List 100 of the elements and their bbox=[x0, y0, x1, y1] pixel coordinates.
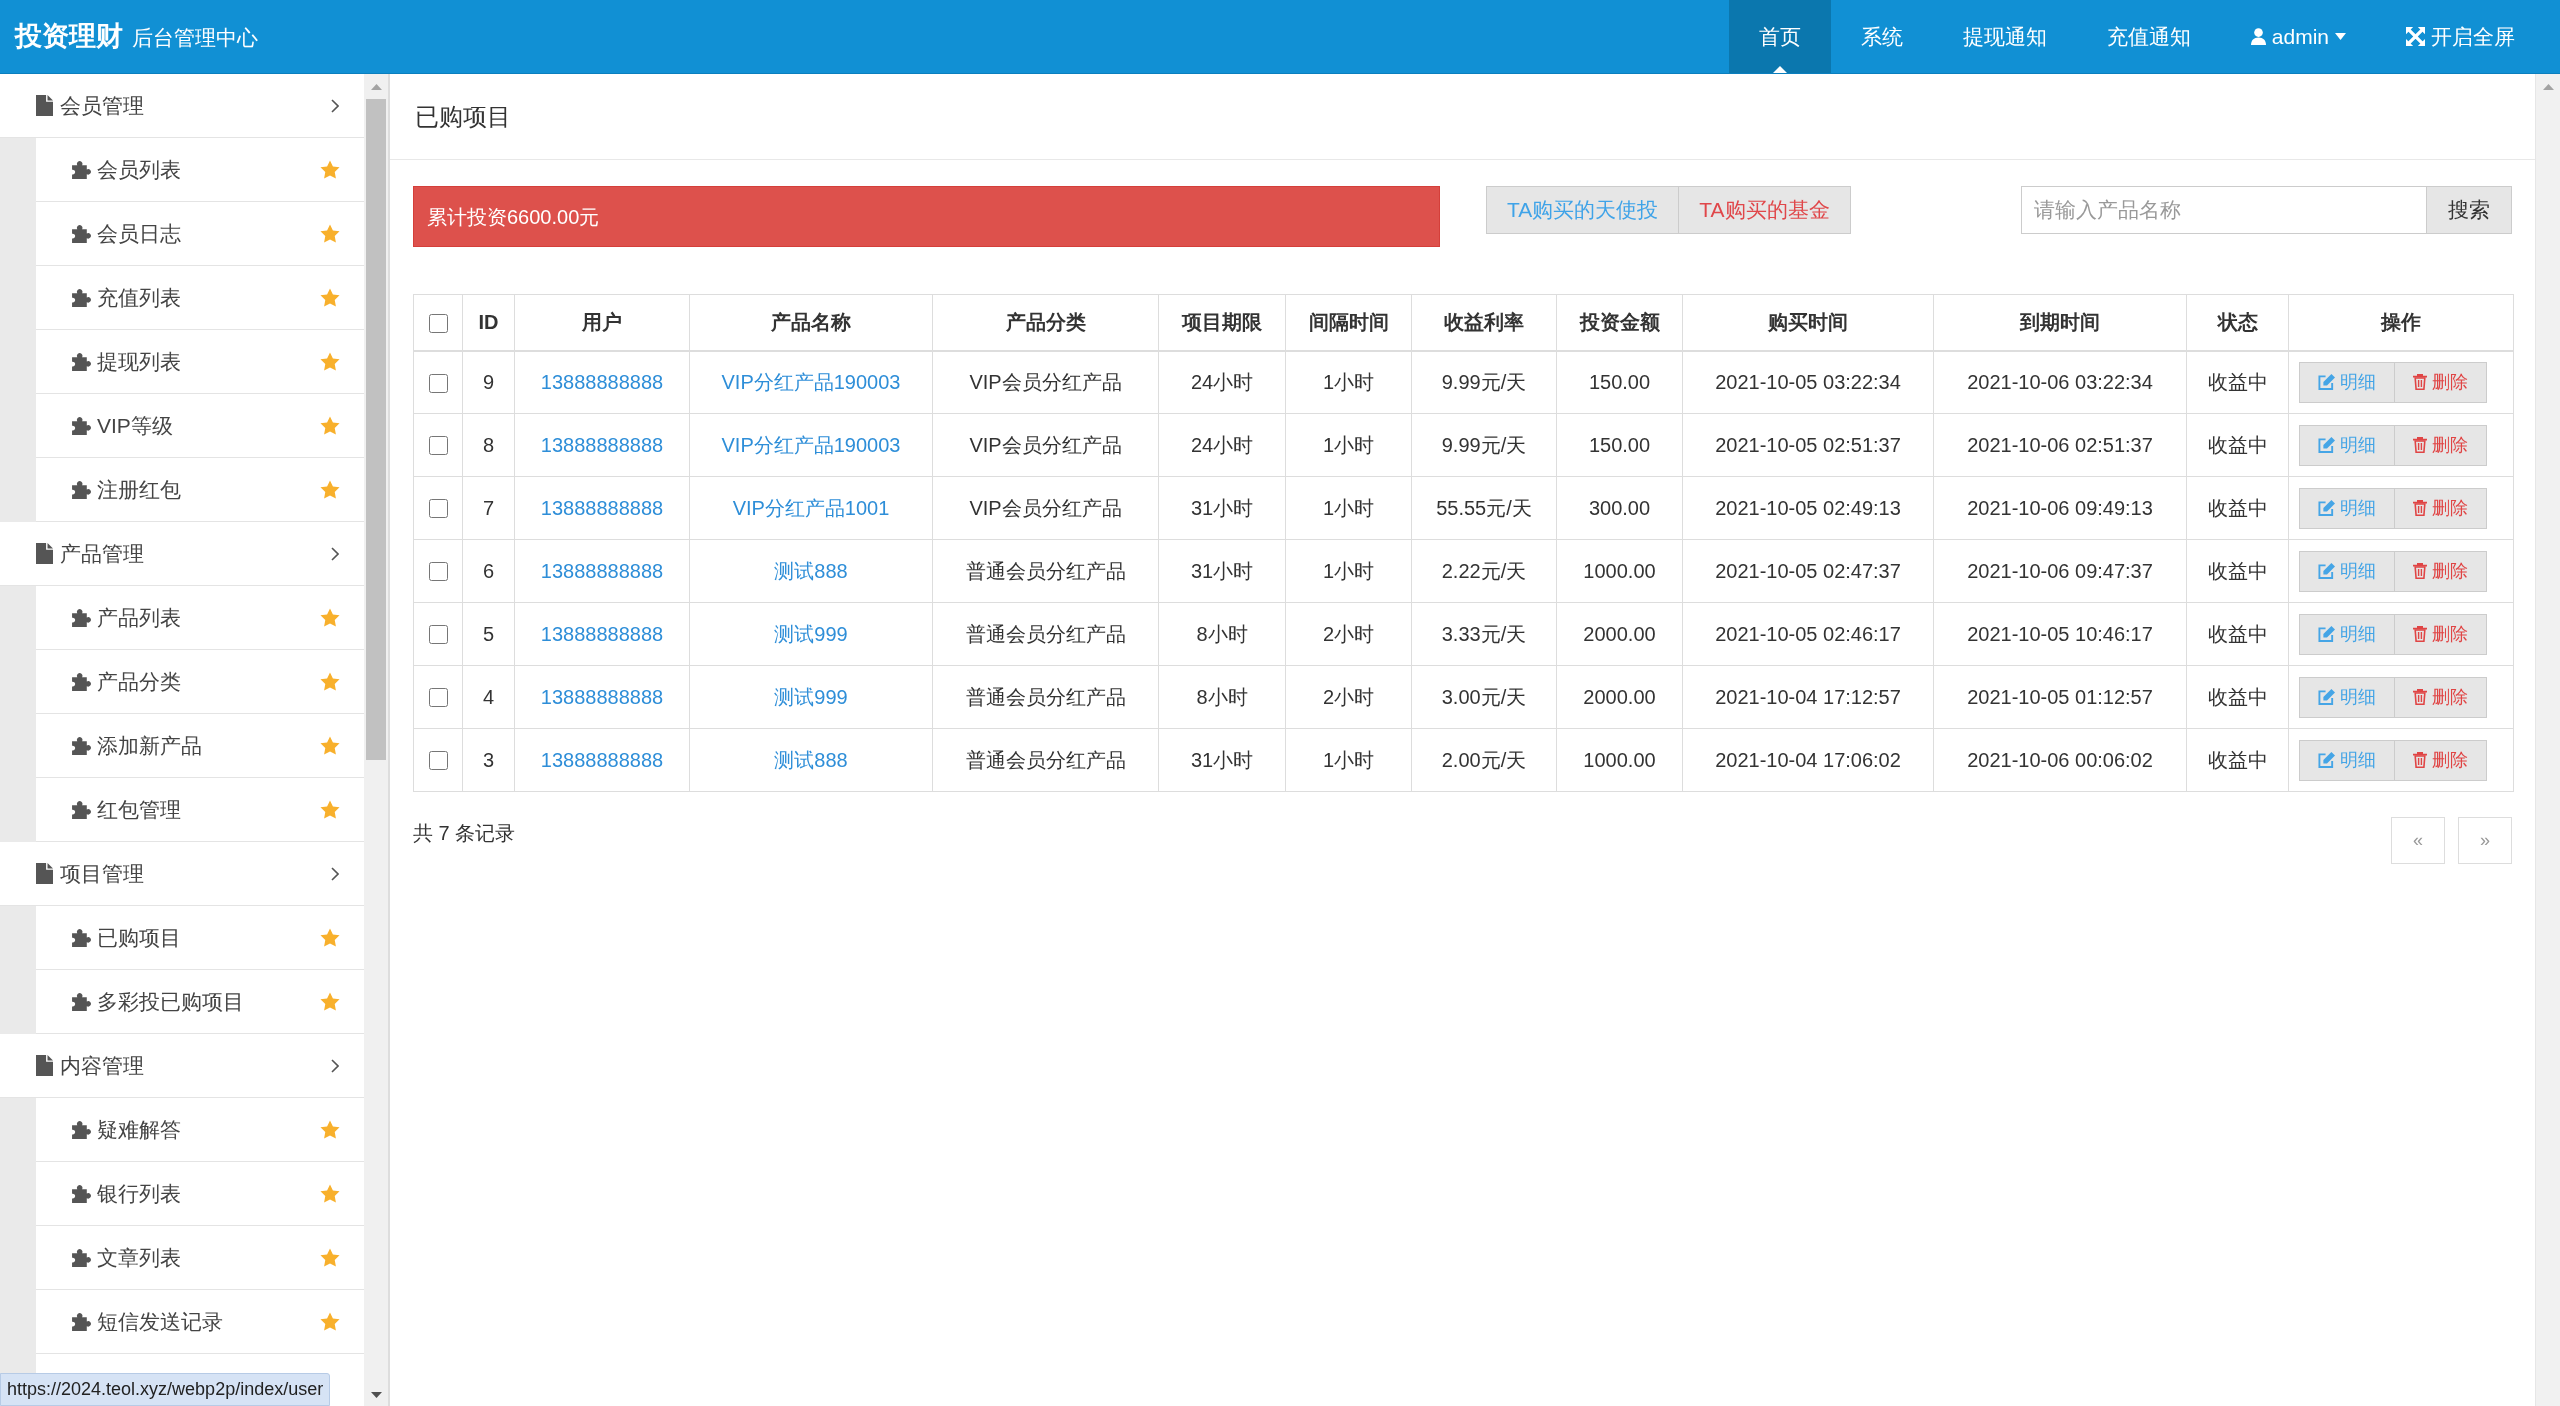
row-checkbox[interactable] bbox=[428, 436, 448, 456]
sidebar-item[interactable]: 注册红包 bbox=[36, 458, 364, 522]
product-link[interactable]: 测试999 bbox=[774, 623, 848, 645]
table-cell: 9.99元/天 bbox=[1411, 413, 1557, 477]
table-cell: 2021-10-06 00:06:02 bbox=[1933, 728, 2187, 792]
table-cell: 31小时 bbox=[1158, 476, 1286, 540]
filter-button[interactable]: TA购买的基金 bbox=[1679, 186, 1851, 234]
delete-button[interactable]: 删除 bbox=[2395, 676, 2487, 718]
pagination-button[interactable]: » bbox=[2458, 817, 2512, 864]
sidebar-item[interactable]: 产品分类 bbox=[36, 650, 364, 714]
delete-button[interactable]: 删除 bbox=[2395, 550, 2487, 592]
row-checkbox[interactable] bbox=[428, 499, 448, 519]
star-icon bbox=[320, 992, 340, 1011]
delete-button[interactable]: 删除 bbox=[2395, 487, 2487, 529]
puzzle-icon bbox=[71, 608, 91, 627]
detail-button[interactable]: 明细 bbox=[2299, 361, 2395, 403]
pagination-button[interactable]: « bbox=[2391, 817, 2445, 864]
sidebar-item[interactable]: 已购项目 bbox=[36, 906, 364, 970]
delete-button[interactable]: 删除 bbox=[2395, 613, 2487, 655]
table-cell: 1小时 bbox=[1285, 539, 1412, 603]
table-cell: 收益中 bbox=[2186, 476, 2289, 540]
select-all-checkbox[interactable] bbox=[428, 313, 448, 333]
user-menu-button[interactable]: admin bbox=[2220, 0, 2376, 73]
trash-icon bbox=[2413, 437, 2427, 453]
sidebar-item[interactable]: 充值列表 bbox=[36, 266, 364, 330]
summary-banner: 累计投资6600.00元 bbox=[413, 186, 1440, 247]
search-button[interactable]: 搜索 bbox=[2427, 186, 2512, 234]
table-cell: 3 bbox=[462, 728, 515, 792]
sidebar-item[interactable]: 多彩投已购项目 bbox=[36, 970, 364, 1034]
table-cell: 7 bbox=[462, 476, 515, 540]
sidebar-item[interactable]: 文章列表 bbox=[36, 1226, 364, 1290]
row-checkbox[interactable] bbox=[428, 625, 448, 645]
nav-link[interactable]: 系统 bbox=[1830, 0, 1933, 73]
search-field[interactable]: 请输入产品名称 bbox=[2021, 186, 2427, 234]
trash-icon bbox=[2413, 689, 2427, 705]
puzzle-icon bbox=[71, 928, 91, 947]
table-cell: 收益中 bbox=[2186, 413, 2289, 477]
delete-button[interactable]: 删除 bbox=[2395, 739, 2487, 781]
product-link[interactable]: 测试888 bbox=[774, 749, 848, 771]
table-cell: 2021-10-05 03:22:34 bbox=[1682, 350, 1934, 414]
trash-icon bbox=[2413, 626, 2427, 642]
delete-button[interactable]: 删除 bbox=[2395, 424, 2487, 466]
table-cell: 2000.00 bbox=[1556, 602, 1683, 666]
sidebar-item[interactable]: 会员日志 bbox=[36, 202, 364, 266]
star-icon bbox=[320, 928, 340, 947]
sidebar-item[interactable]: 提现列表 bbox=[36, 330, 364, 394]
table-cell: 5 bbox=[462, 602, 515, 666]
sidebar-item[interactable]: 短信发送记录 bbox=[36, 1290, 364, 1354]
expand-icon bbox=[2406, 27, 2425, 46]
star-icon bbox=[320, 736, 340, 755]
table-cell: 2021-10-05 10:46:17 bbox=[1933, 602, 2187, 666]
file-icon bbox=[36, 543, 53, 564]
nav-link[interactable]: 提现通知 bbox=[1932, 0, 2077, 73]
delete-button[interactable]: 删除 bbox=[2395, 361, 2487, 403]
trash-icon bbox=[2413, 752, 2427, 768]
table-cell: 31小时 bbox=[1158, 539, 1286, 603]
sidebar-item[interactable]: 添加新产品 bbox=[36, 714, 364, 778]
scrollbar-thumb[interactable] bbox=[366, 99, 386, 760]
row-checkbox[interactable] bbox=[428, 373, 448, 393]
star-icon bbox=[320, 352, 340, 371]
nav-link[interactable]: 首页 bbox=[1728, 0, 1831, 73]
nav-link[interactable]: 充值通知 bbox=[2076, 0, 2221, 73]
table-cell: 9 bbox=[462, 350, 515, 414]
detail-button[interactable]: 明细 bbox=[2299, 424, 2395, 466]
row-checkbox[interactable] bbox=[428, 688, 448, 708]
table-cell: 2021-10-06 09:49:13 bbox=[1933, 476, 2187, 540]
table-cell: 2021-10-05 02:47:37 bbox=[1682, 539, 1934, 603]
star-icon bbox=[320, 672, 340, 691]
star-icon bbox=[320, 160, 340, 179]
detail-button[interactable]: 明细 bbox=[2299, 739, 2395, 781]
table-cell: 8 bbox=[462, 413, 515, 477]
star-icon bbox=[320, 608, 340, 627]
sidebar-item[interactable]: 疑难解答 bbox=[36, 1098, 364, 1162]
product-link[interactable]: 测试999 bbox=[774, 686, 848, 708]
sidebar-item[interactable]: 银行列表 bbox=[36, 1162, 364, 1226]
detail-button[interactable]: 明细 bbox=[2299, 676, 2395, 718]
row-checkbox[interactable] bbox=[428, 562, 448, 582]
detail-button[interactable]: 明细 bbox=[2299, 613, 2395, 655]
fullscreen-button[interactable]: 开启全屏 bbox=[2376, 0, 2545, 73]
table-cell: VIP会员分红产品 bbox=[932, 476, 1159, 540]
edit-icon bbox=[2318, 689, 2335, 705]
puzzle-icon bbox=[71, 1184, 91, 1203]
sidebar-item[interactable]: 产品列表 bbox=[36, 586, 364, 650]
filter-button[interactable]: TA购买的天使投 bbox=[1486, 186, 1680, 234]
sidebar-item[interactable]: VIP等级 bbox=[36, 394, 364, 458]
page-title: 已购项目 bbox=[415, 101, 511, 132]
row-checkbox[interactable] bbox=[428, 751, 448, 771]
detail-button[interactable]: 明细 bbox=[2299, 487, 2395, 529]
table-cell: 2000.00 bbox=[1556, 665, 1683, 729]
edit-icon bbox=[2318, 626, 2335, 642]
star-icon bbox=[320, 1248, 340, 1267]
table-cell: 3.00元/天 bbox=[1411, 665, 1557, 729]
file-icon bbox=[36, 1055, 53, 1076]
triangle-pointer-icon bbox=[1772, 66, 1787, 73]
chevron-right-icon bbox=[331, 866, 339, 881]
sidebar-item[interactable]: 红包管理 bbox=[36, 778, 364, 842]
sidebar-item[interactable]: 会员列表 bbox=[36, 138, 364, 202]
puzzle-icon bbox=[71, 672, 91, 691]
product-link[interactable]: 测试888 bbox=[774, 560, 848, 582]
detail-button[interactable]: 明细 bbox=[2299, 550, 2395, 592]
